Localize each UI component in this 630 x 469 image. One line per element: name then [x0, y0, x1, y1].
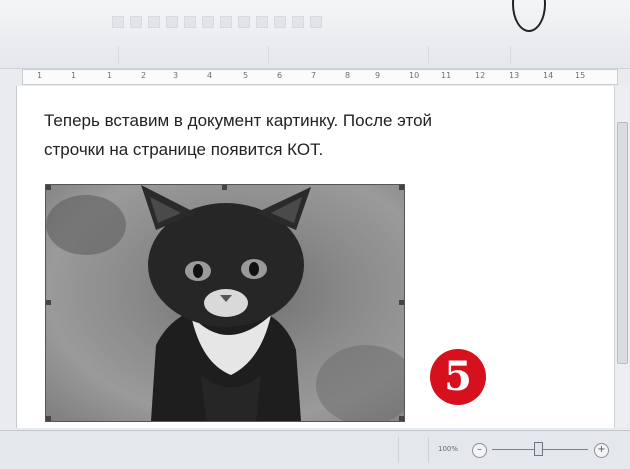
resize-handle[interactable] — [399, 185, 404, 190]
ribbon-icon[interactable] — [256, 16, 268, 28]
ruler-number: 3 — [173, 71, 179, 80]
resize-handle[interactable] — [46, 416, 51, 421]
ruler-number: 8 — [345, 71, 351, 80]
zoom-slider-thumb[interactable] — [534, 442, 543, 456]
horizontal-ruler[interactable]: 1 1 1 2 3 4 5 6 7 8 9 10 11 12 13 14 15 — [22, 69, 618, 85]
resize-handle[interactable] — [399, 416, 404, 421]
resize-handle[interactable] — [399, 300, 404, 305]
ribbon-icon[interactable] — [166, 16, 178, 28]
ruler-number: 11 — [441, 71, 452, 80]
ribbon-icon[interactable] — [238, 16, 250, 28]
ribbon-group-separator — [268, 46, 269, 64]
ruler-number: 7 — [311, 71, 317, 80]
document-page[interactable]: Теперь вставим в документ картинку. Посл… — [16, 86, 616, 428]
vertical-scrollbar[interactable] — [614, 86, 629, 428]
kitten-photo[interactable] — [45, 184, 405, 422]
ribbon-icon[interactable] — [310, 16, 322, 28]
zoom-level[interactable]: 100% — [438, 445, 458, 453]
zoom-out-button[interactable]: – — [472, 443, 487, 458]
ruler-number: 10 — [409, 71, 420, 80]
document-paragraph[interactable]: Теперь вставим в документ картинку. Посл… — [44, 106, 564, 164]
ruler-number: 1 — [107, 71, 113, 80]
ruler-number: 1 — [37, 71, 43, 80]
resize-handle[interactable] — [222, 185, 227, 190]
resize-handle[interactable] — [46, 185, 51, 190]
status-bar: 100% – + — [0, 430, 630, 469]
ribbon-toolbar-icons — [112, 16, 322, 28]
ribbon-icon[interactable] — [202, 16, 214, 28]
ribbon-group-separator — [510, 46, 511, 64]
zoom-in-button[interactable]: + — [594, 443, 609, 458]
ruler-number: 6 — [277, 71, 283, 80]
paragraph-line: Теперь вставим в документ картинку. Посл… — [44, 111, 433, 130]
ribbon-icon[interactable] — [112, 16, 124, 28]
resize-handle[interactable] — [46, 300, 51, 305]
ribbon-icon[interactable] — [274, 16, 286, 28]
step-number-badge: 5 — [430, 349, 486, 405]
ruler-number: 9 — [375, 71, 381, 80]
ruler-number: 5 — [243, 71, 249, 80]
ribbon-group-separator — [428, 46, 429, 64]
status-separator — [428, 437, 429, 463]
ruler-number: 12 — [475, 71, 486, 80]
kitten-illustration — [46, 185, 404, 421]
ruler-number: 15 — [575, 71, 586, 80]
ruler-number: 2 — [141, 71, 147, 80]
status-separator — [398, 437, 399, 463]
scrollbar-thumb[interactable] — [617, 122, 628, 364]
ruler-number: 13 — [509, 71, 520, 80]
ruler-number: 4 — [207, 71, 213, 80]
ruler-number: 1 — [71, 71, 77, 80]
ribbon-icon[interactable] — [184, 16, 196, 28]
ribbon-group-separator — [118, 46, 119, 64]
paragraph-line: строчки на странице появится КОТ. — [44, 140, 324, 159]
ribbon-icon[interactable] — [292, 16, 304, 28]
ribbon-icon[interactable] — [148, 16, 160, 28]
ruler-number: 14 — [543, 71, 554, 80]
ribbon-icon[interactable] — [130, 16, 142, 28]
ribbon-icon[interactable] — [220, 16, 232, 28]
